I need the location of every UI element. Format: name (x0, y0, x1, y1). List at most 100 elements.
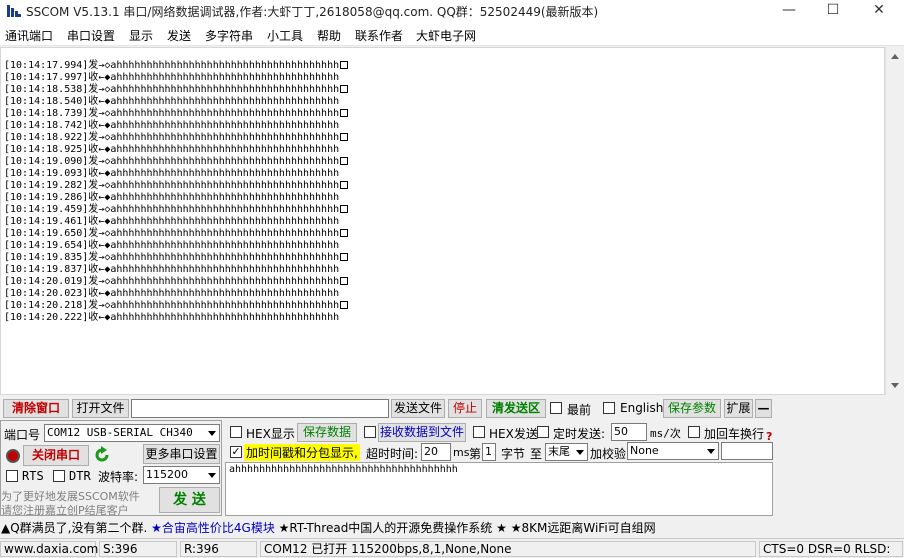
timeout-input[interactable]: 20 (421, 443, 451, 461)
close-port-button[interactable]: 关闭串口 (23, 445, 89, 466)
menu-display[interactable]: 显示 (129, 27, 153, 44)
line-payload: ahhhhhhhhhhhhhhhhhhhhhhhhhhhhhhhhhhhhh (110, 132, 340, 143)
hex-send-checkbox[interactable] (473, 426, 485, 438)
open-file-button[interactable]: 打开文件 (72, 399, 129, 418)
expand-button[interactable]: 扩展 (724, 399, 753, 418)
receive-log: [10:14:17.994]发→◇ahhhhhhhhhhhhhhhhhhhhhh… (4, 60, 349, 324)
checksum-select[interactable]: None (627, 442, 719, 460)
ticker-text[interactable]: ▲Q群满员了,没有第二个群. ★合宙高性价比4G模块 ★RT-Thread中国人… (1, 519, 656, 536)
english-checkbox[interactable] (603, 402, 615, 414)
status-sent-count: S:396 (99, 541, 177, 557)
line-timestamp: [10:14:18.742] (4, 120, 89, 131)
crlf-label: 加回车换行 (704, 427, 765, 441)
file-path-input[interactable] (131, 399, 389, 418)
ticker-item[interactable]: ▲Q群满员了,没有第二个群. (1, 521, 147, 535)
timed-interval-input[interactable]: 50 (611, 423, 647, 441)
line-timestamp: [10:14:19.282] (4, 180, 89, 191)
checksum-result-input[interactable] (721, 442, 773, 460)
crlf-box-icon (340, 253, 349, 261)
topmost-checkbox[interactable] (550, 402, 562, 414)
send-button[interactable]: 发 送 (159, 487, 220, 513)
refresh-icon[interactable] (93, 446, 111, 464)
menu-multi-string[interactable]: 多字符串 (205, 27, 253, 44)
timestamp-checkbox[interactable]: ✓ (230, 446, 242, 458)
app-icon (7, 5, 21, 17)
receive-line: [10:14:18.922]发→◇ahhhhhhhhhhhhhhhhhhhhhh… (4, 132, 349, 144)
send-text-value: ahhhhhhhhhhhhhhhhhhhhhhhhhhhhhhhhhhhhh (229, 464, 458, 475)
line-timestamp: [10:14:19.650] (4, 228, 89, 239)
baud-select[interactable]: 115200 (143, 466, 220, 484)
scroll-up-icon[interactable] (891, 54, 899, 59)
line-direction: 收←◆ (88, 72, 111, 83)
receive-line: [10:14:18.538]发→◇ahhhhhhhhhhhhhhhhhhhhhh… (4, 84, 349, 96)
crlf-box-icon (340, 277, 349, 285)
more-settings-button[interactable]: 更多串口设置 (143, 444, 220, 464)
status-signals: CTS=0 DSR=0 RLSD: (759, 541, 903, 557)
chevron-down-icon (576, 450, 584, 455)
save-params-button[interactable]: 保存参数 (663, 399, 721, 418)
byte-label: 字节 (501, 447, 526, 461)
receive-line: [10:14:18.540]收←◆ahhhhhhhhhhhhhhhhhhhhhh… (4, 96, 348, 108)
send-text-area[interactable]: ahhhhhhhhhhhhhhhhhhhhhhhhhhhhhhhhhhhhh (225, 462, 773, 516)
port-panel: 端口号 COM12 USB-SERIAL CH340 关闭串口 更多串口设置 R… (0, 420, 222, 518)
maximize-button[interactable]: ☐ (810, 0, 856, 22)
status-site[interactable]: www.daxia.com (0, 541, 98, 557)
line-payload: ahhhhhhhhhhhhhhhhhhhhhhhhhhhhhhhhhhhhh (110, 288, 340, 299)
menu-comm-port[interactable]: 通讯端口 (5, 27, 53, 44)
port-select-value: COM12 USB-SERIAL CH340 (47, 426, 193, 439)
line-payload: ahhhhhhhhhhhhhhhhhhhhhhhhhhhhhhhhhhhhh (110, 276, 340, 287)
menu-contact[interactable]: 联系作者 (355, 27, 403, 44)
ticker-bar: ▲Q群满员了,没有第二个群. ★合宙高性价比4G模块 ★RT-Thread中国人… (0, 517, 904, 537)
line-timestamp: [10:14:18.739] (4, 108, 89, 119)
line-direction: 收←◆ (88, 144, 111, 155)
rts-checkbox[interactable] (6, 470, 18, 482)
ticker-item[interactable]: ★ (496, 521, 507, 535)
clear-window-button[interactable]: 清除窗口 (3, 399, 69, 418)
line-direction: 发→◇ (88, 276, 111, 287)
menu-daxia-site[interactable]: 大虾电子网 (416, 27, 476, 44)
line-timestamp: [10:14:19.835] (4, 252, 89, 263)
line-payload: ahhhhhhhhhhhhhhhhhhhhhhhhhhhhhhhhhhhhh (110, 264, 340, 275)
close-button[interactable]: ✕ (856, 0, 902, 22)
menu-send[interactable]: 发送 (167, 27, 191, 44)
line-direction: 收←◆ (88, 216, 111, 227)
ticker-item[interactable]: ★合宙高性价比4G模块 (151, 521, 275, 535)
menu-tools[interactable]: 小工具 (267, 27, 303, 44)
ticker-item[interactable]: ★RT-Thread中国人的开源免费操作系统 (279, 521, 493, 535)
scroll-down-icon[interactable] (891, 383, 899, 388)
receive-scrollbar[interactable] (885, 47, 903, 395)
clear-send-button[interactable]: 清发送区 (486, 399, 546, 418)
crlf-box-icon (340, 205, 349, 213)
port-select[interactable]: COM12 USB-SERIAL CH340 (44, 424, 220, 442)
send-file-button[interactable]: 发送文件 (391, 399, 445, 418)
dtr-label: DTR (69, 469, 91, 483)
minimize-button[interactable]: — (766, 0, 812, 22)
recv-to-file-button[interactable]: 接收数据到文件 (378, 423, 466, 442)
timed-send-checkbox[interactable] (537, 426, 549, 438)
line-direction: 发→◇ (88, 84, 111, 95)
line-direction: 发→◇ (88, 108, 111, 119)
line-timestamp: [10:14:19.090] (4, 156, 89, 167)
hex-display-checkbox[interactable] (230, 426, 242, 438)
crlf-checkbox[interactable] (688, 426, 700, 438)
menu-port-settings[interactable]: 串口设置 (67, 27, 115, 44)
collapse-button[interactable]: — (755, 399, 772, 418)
line-direction: 发→◇ (88, 132, 111, 143)
recv-to-file-checkbox[interactable] (364, 426, 376, 438)
dtr-checkbox[interactable] (53, 470, 65, 482)
line-payload: ahhhhhhhhhhhhhhhhhhhhhhhhhhhhhhhhhhhhh (110, 240, 340, 251)
menu-help[interactable]: 帮助 (317, 27, 341, 44)
line-payload: ahhhhhhhhhhhhhhhhhhhhhhhhhhhhhhhhhhhhh (110, 156, 340, 167)
line-timestamp: [10:14:19.459] (4, 204, 89, 215)
to-select[interactable]: 末尾 (545, 443, 588, 461)
receive-area[interactable]: [10:14:17.994]发→◇ahhhhhhhhhhhhhhhhhhhhhh… (0, 47, 885, 395)
ticker-item[interactable]: ★8KM远距离WiFi可自组网 (511, 521, 656, 535)
save-data-button[interactable]: 保存数据 (297, 423, 357, 442)
nth-input[interactable]: 1 (482, 443, 496, 461)
line-payload: ahhhhhhhhhhhhhhhhhhhhhhhhhhhhhhhhhhhhh (110, 204, 340, 215)
crlf-box-icon (340, 133, 349, 141)
stop-button[interactable]: 停止 (448, 399, 482, 418)
line-payload: ahhhhhhhhhhhhhhhhhhhhhhhhhhhhhhhhhhhhh (110, 96, 340, 107)
promo-line-2[interactable]: 请您注册嘉立创P结尾客户 (1, 502, 129, 518)
timestamp-label: 加时间戳和分包显示, (244, 444, 360, 461)
